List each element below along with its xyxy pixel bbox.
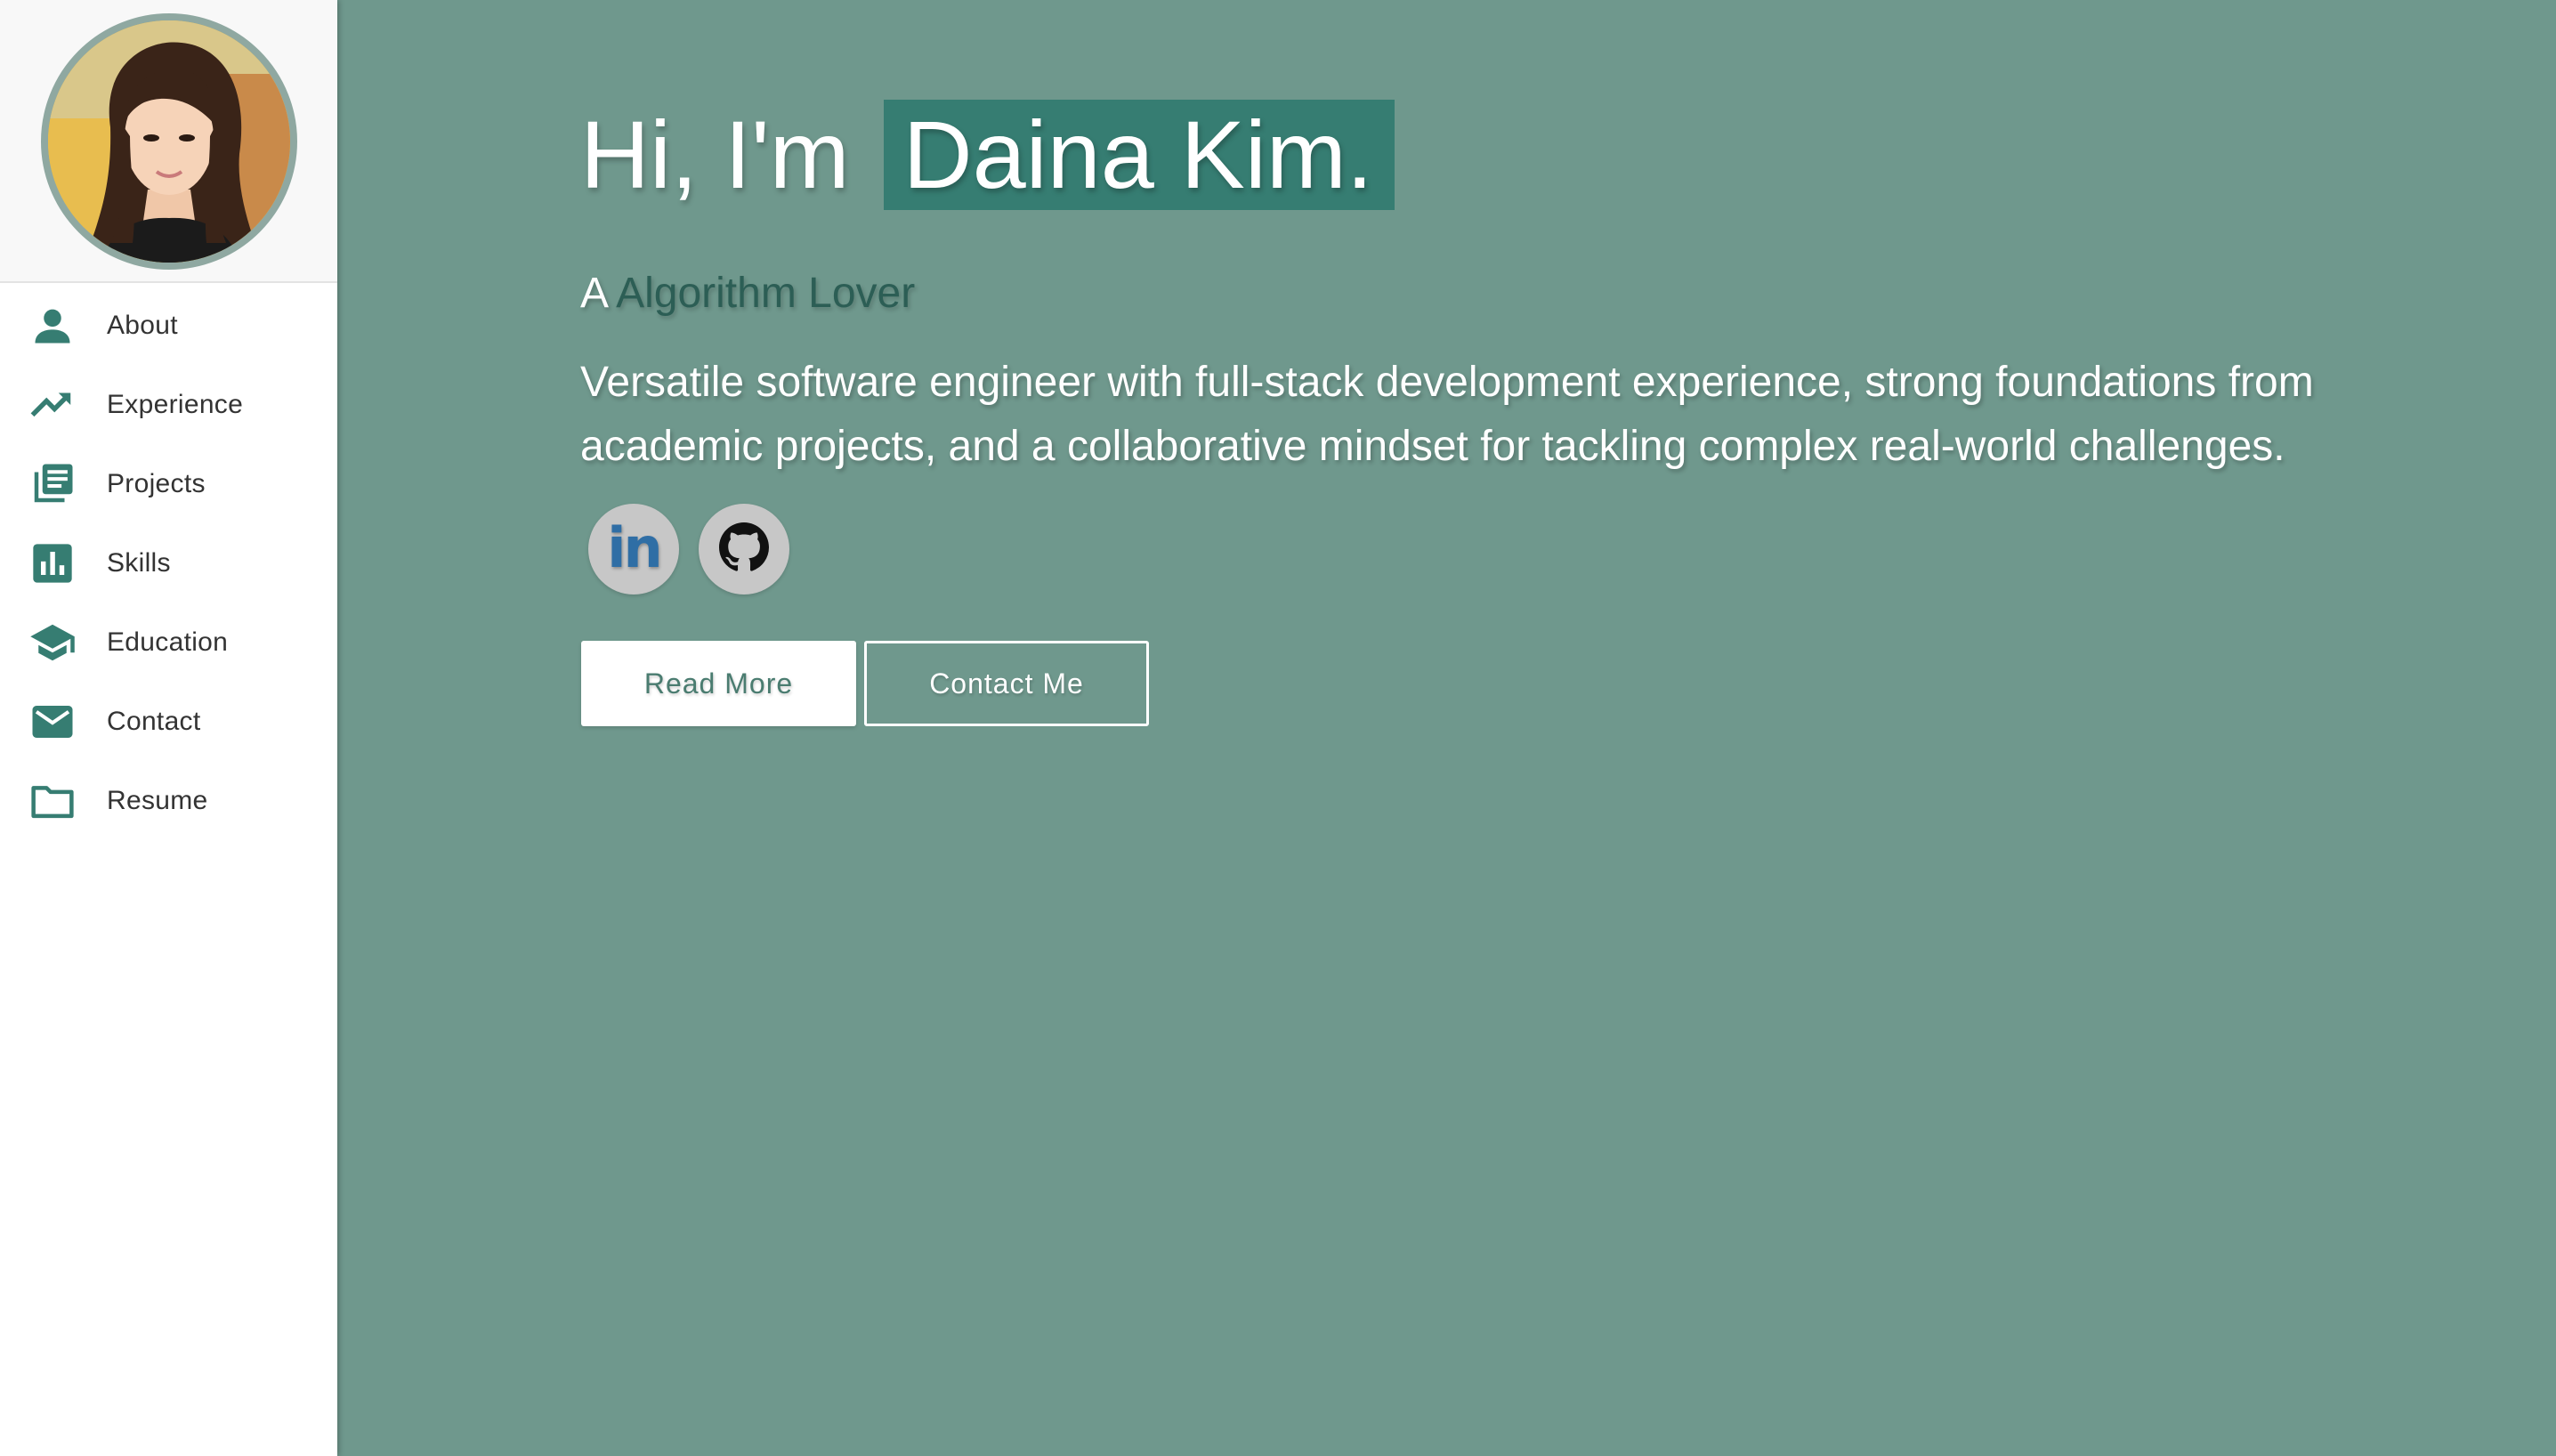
hero-subtitle: A Algorithm Lover [580,269,915,318]
profile-photo [48,20,290,263]
subtitle-role: Algorithm Lover [616,270,916,317]
linkedin-button[interactable]: in [588,504,679,595]
sidebar-item-label: Skills [107,548,171,578]
sidebar-item-skills[interactable]: Skills [0,528,337,599]
person-icon [28,302,77,350]
folder-icon [28,777,77,825]
sidebar-item-experience[interactable]: Experience [0,369,337,441]
hero-greeting: Hi, I'm [580,101,850,208]
github-icon [719,522,769,577]
linkedin-icon: in [607,514,662,580]
subtitle-prefix: A [580,270,607,317]
github-button[interactable] [699,504,789,595]
page: About Experience Projects Skills Educati [0,0,2556,1456]
hero-description: Versatile software engineer with full-st… [580,359,2314,470]
sidebar-item-label: Education [107,627,229,657]
sidebar-item-label: Experience [107,390,244,419]
graduation-cap-icon [28,619,77,667]
contact-me-button[interactable]: Contact Me [864,641,1149,726]
sidebar-item-label: About [107,311,178,340]
sidebar-item-label: Projects [107,469,206,498]
profile-header [0,0,337,283]
sidebar-item-projects[interactable]: Projects [0,449,337,520]
sidebar-item-resume[interactable]: Resume [0,765,337,837]
bar-chart-icon [28,539,77,587]
mail-icon [28,698,77,746]
library-books-icon [28,460,77,508]
trending-up-icon [28,381,77,429]
hero-title: Hi, I'm Daina Kim. [580,93,1395,217]
avatar [41,13,297,270]
sidebar: About Experience Projects Skills Educati [0,0,337,1456]
sidebar-item-education[interactable]: Education [0,607,337,678]
read-more-button[interactable]: Read More [581,641,856,726]
sidebar-item-about[interactable]: About [0,290,337,361]
hero-name: Daina Kim. [883,100,1395,210]
sidebar-item-label: Resume [107,786,208,815]
sidebar-item-contact[interactable]: Contact [0,686,337,757]
sidebar-item-label: Contact [107,707,201,736]
